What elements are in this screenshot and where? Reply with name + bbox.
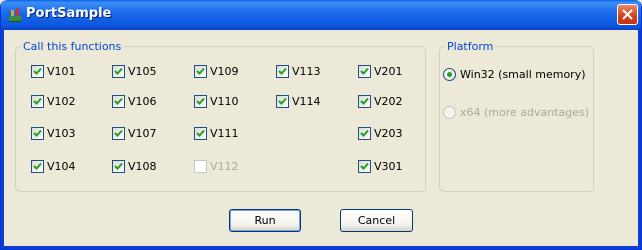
checkbox-v203[interactable]: V203 (358, 125, 403, 141)
close-icon (622, 9, 633, 20)
checkbox-v113-box[interactable] (276, 64, 289, 78)
close-button[interactable] (617, 4, 638, 25)
checkbox-v105[interactable]: V105 (112, 63, 157, 79)
window-border-left (1, 30, 4, 249)
checkbox-v102-box[interactable] (31, 94, 44, 108)
checkbox-v105-label: V105 (128, 64, 157, 78)
run-button[interactable]: Run (229, 209, 301, 232)
window-border-bottom (1, 246, 641, 249)
checkbox-v103-box[interactable] (31, 126, 44, 140)
checkbox-v108-box[interactable] (112, 159, 125, 173)
checkbox-v101-box[interactable] (31, 64, 44, 78)
checkbox-v103-label: V103 (47, 126, 76, 140)
app-icon (7, 7, 23, 23)
title-bar[interactable]: PortSample (1, 0, 641, 30)
platform-group-legend: Platform (445, 40, 496, 53)
checkbox-v109[interactable]: V109 (194, 63, 239, 79)
checkbox-v114-label: V114 (292, 94, 321, 108)
radio-x64-indicator[interactable] (443, 105, 456, 119)
radio-x64[interactable]: x64 (more advantages) (443, 104, 589, 120)
checkbox-v102[interactable]: V102 (31, 93, 76, 109)
checkbox-v201[interactable]: V201 (358, 63, 403, 79)
checkbox-v111-label: V111 (210, 126, 239, 140)
checkbox-v104-label: V104 (47, 159, 76, 173)
checkbox-v108-label: V108 (128, 159, 157, 173)
port-sample-window: PortSample Call this functions V101 V102 V… (0, 0, 642, 250)
checkbox-v201-box[interactable] (358, 64, 371, 78)
cancel-button[interactable]: Cancel (340, 209, 413, 232)
checkbox-v109-label: V109 (210, 64, 239, 78)
window-border-right (638, 30, 641, 249)
radio-win32-indicator[interactable] (443, 67, 456, 81)
functions-group-legend: Call this functions (21, 40, 124, 53)
checkbox-v114[interactable]: V114 (276, 93, 321, 109)
checkbox-v112[interactable]: V112 (194, 158, 239, 174)
checkbox-v103[interactable]: V103 (31, 125, 76, 141)
checkbox-v111[interactable]: V111 (194, 125, 239, 141)
checkbox-v108[interactable]: V108 (112, 158, 157, 174)
checkbox-v110[interactable]: V110 (194, 93, 239, 109)
checkbox-v111-box[interactable] (194, 126, 207, 140)
checkbox-v113-label: V113 (292, 64, 321, 78)
radio-win32-label: Win32 (small memory) (460, 67, 586, 81)
radio-win32[interactable]: Win32 (small memory) (443, 66, 586, 82)
checkbox-v107-label: V107 (128, 126, 157, 140)
checkbox-v101[interactable]: V101 (31, 63, 76, 79)
checkbox-v301[interactable]: V301 (358, 158, 403, 174)
checkbox-v106[interactable]: V106 (112, 93, 157, 109)
checkbox-v107-box[interactable] (112, 126, 125, 140)
checkbox-v202-label: V202 (374, 94, 403, 108)
checkbox-v106-box[interactable] (112, 94, 125, 108)
checkbox-v112-label: V112 (210, 159, 239, 173)
checkbox-v101-label: V101 (47, 64, 76, 78)
checkbox-v201-label: V201 (374, 64, 403, 78)
checkbox-v107[interactable]: V107 (112, 125, 157, 141)
checkbox-v202[interactable]: V202 (358, 93, 403, 109)
radio-x64-label: x64 (more advantages) (460, 105, 590, 119)
checkbox-v203-label: V203 (374, 126, 403, 140)
checkbox-v104[interactable]: V104 (31, 158, 76, 174)
window-title: PortSample (26, 6, 112, 21)
checkbox-v301-label: V301 (374, 159, 403, 173)
checkbox-v112-box[interactable] (194, 159, 207, 173)
checkbox-v105-box[interactable] (112, 64, 125, 78)
checkbox-v109-box[interactable] (194, 64, 207, 78)
checkbox-v202-box[interactable] (358, 94, 371, 108)
checkbox-v113[interactable]: V113 (276, 63, 321, 79)
checkbox-v110-label: V110 (210, 94, 239, 108)
checkbox-v106-label: V106 (128, 94, 157, 108)
checkbox-v104-box[interactable] (31, 159, 44, 173)
checkbox-v102-label: V102 (47, 94, 76, 108)
checkbox-v301-box[interactable] (358, 159, 371, 173)
checkbox-v110-box[interactable] (194, 94, 207, 108)
checkbox-v114-box[interactable] (276, 94, 289, 108)
checkbox-v203-box[interactable] (358, 126, 371, 140)
